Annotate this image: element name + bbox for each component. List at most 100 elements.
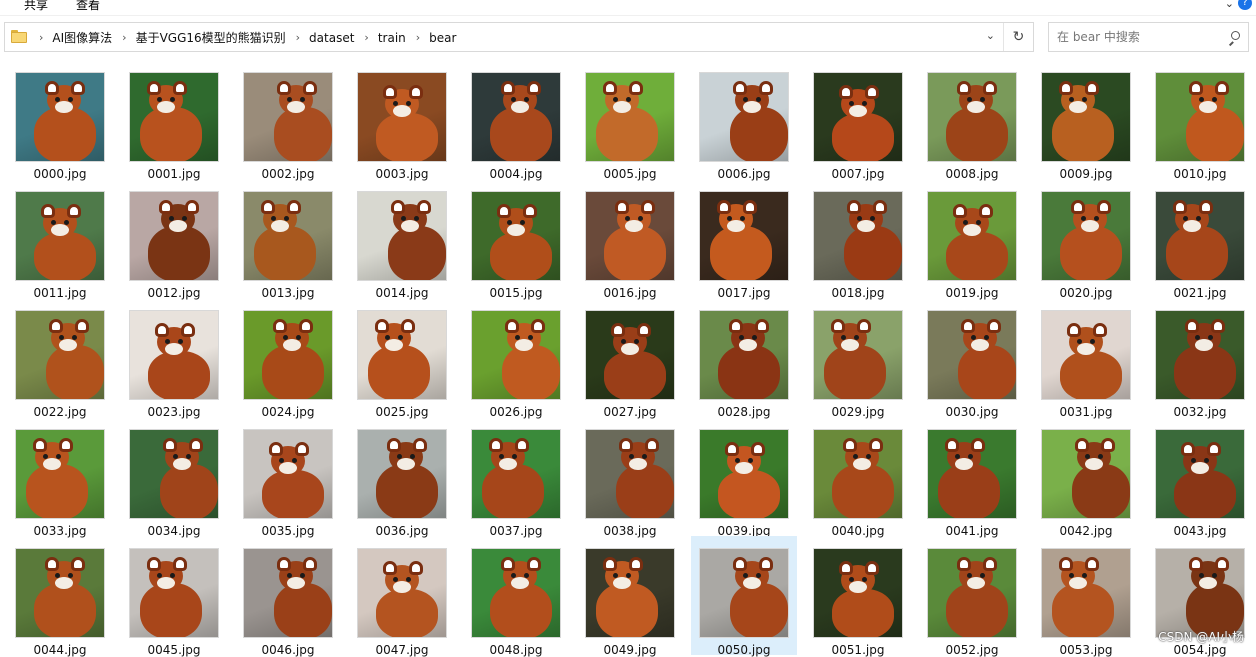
image-thumbnail[interactable] xyxy=(813,191,903,281)
file-item[interactable]: 0051.jpg xyxy=(805,536,911,655)
image-thumbnail[interactable] xyxy=(471,310,561,400)
image-thumbnail[interactable] xyxy=(927,548,1017,638)
file-item[interactable]: 0006.jpg xyxy=(691,60,797,179)
image-thumbnail[interactable] xyxy=(699,429,789,519)
image-thumbnail[interactable] xyxy=(1155,191,1245,281)
file-item[interactable]: 0004.jpg xyxy=(463,60,569,179)
image-thumbnail[interactable] xyxy=(129,191,219,281)
file-item[interactable]: 0037.jpg xyxy=(463,417,569,536)
file-item[interactable]: 0015.jpg xyxy=(463,179,569,298)
image-thumbnail[interactable] xyxy=(585,72,675,162)
file-item[interactable]: 0034.jpg xyxy=(121,417,227,536)
breadcrumb-item-bear[interactable]: bear xyxy=(429,31,456,45)
file-item[interactable]: 0028.jpg xyxy=(691,298,797,417)
file-item[interactable]: 0036.jpg xyxy=(349,417,455,536)
image-thumbnail[interactable] xyxy=(243,310,333,400)
image-thumbnail[interactable] xyxy=(15,429,105,519)
image-thumbnail[interactable] xyxy=(357,310,447,400)
image-thumbnail[interactable] xyxy=(471,191,561,281)
image-thumbnail[interactable] xyxy=(699,310,789,400)
image-thumbnail[interactable] xyxy=(129,548,219,638)
image-thumbnail[interactable] xyxy=(699,72,789,162)
file-item[interactable]: 0003.jpg xyxy=(349,60,455,179)
file-item[interactable]: 0048.jpg xyxy=(463,536,569,655)
file-item[interactable]: 0021.jpg xyxy=(1147,179,1253,298)
image-thumbnail[interactable] xyxy=(1041,310,1131,400)
address-history-dropdown-icon[interactable]: ⌄ xyxy=(986,29,995,42)
file-item[interactable]: 0001.jpg xyxy=(121,60,227,179)
file-item[interactable]: 0053.jpg xyxy=(1033,536,1139,655)
file-item[interactable]: 0044.jpg xyxy=(7,536,113,655)
image-thumbnail[interactable] xyxy=(129,72,219,162)
image-thumbnail[interactable] xyxy=(585,429,675,519)
file-item[interactable]: 0022.jpg xyxy=(7,298,113,417)
image-thumbnail[interactable] xyxy=(1041,429,1131,519)
file-item[interactable]: 0019.jpg xyxy=(919,179,1025,298)
image-thumbnail[interactable] xyxy=(243,191,333,281)
file-item[interactable]: 0046.jpg xyxy=(235,536,341,655)
file-item[interactable]: 0039.jpg xyxy=(691,417,797,536)
file-item[interactable]: 0005.jpg xyxy=(577,60,683,179)
file-item[interactable]: 0047.jpg xyxy=(349,536,455,655)
file-item[interactable]: 0007.jpg xyxy=(805,60,911,179)
file-item[interactable]: 0032.jpg xyxy=(1147,298,1253,417)
image-thumbnail[interactable] xyxy=(1155,310,1245,400)
file-item[interactable]: 0008.jpg xyxy=(919,60,1025,179)
file-item[interactable]: 0029.jpg xyxy=(805,298,911,417)
image-thumbnail[interactable] xyxy=(129,310,219,400)
image-thumbnail[interactable] xyxy=(699,191,789,281)
file-item[interactable]: 0024.jpg xyxy=(235,298,341,417)
file-item[interactable]: 0030.jpg xyxy=(919,298,1025,417)
image-thumbnail[interactable] xyxy=(585,548,675,638)
image-thumbnail[interactable] xyxy=(129,429,219,519)
chevron-right-icon[interactable]: › xyxy=(296,31,300,44)
image-thumbnail[interactable] xyxy=(699,548,789,638)
image-thumbnail[interactable] xyxy=(15,72,105,162)
image-thumbnail[interactable] xyxy=(243,548,333,638)
chevron-right-icon[interactable]: › xyxy=(416,31,420,44)
image-thumbnail[interactable] xyxy=(927,429,1017,519)
breadcrumb-item-train[interactable]: train xyxy=(378,31,406,45)
chevron-right-icon[interactable]: › xyxy=(39,31,43,44)
file-item[interactable]: 0009.jpg xyxy=(1033,60,1139,179)
file-item[interactable]: 0002.jpg xyxy=(235,60,341,179)
image-thumbnail[interactable] xyxy=(927,310,1017,400)
file-item[interactable]: 0012.jpg xyxy=(121,179,227,298)
image-thumbnail[interactable] xyxy=(243,429,333,519)
image-thumbnail[interactable] xyxy=(15,548,105,638)
image-thumbnail[interactable] xyxy=(471,429,561,519)
search-input[interactable] xyxy=(1057,24,1227,50)
image-thumbnail[interactable] xyxy=(1155,72,1245,162)
image-thumbnail[interactable] xyxy=(357,72,447,162)
search-box[interactable] xyxy=(1048,22,1249,52)
chevron-right-icon[interactable]: › xyxy=(364,31,368,44)
image-thumbnail[interactable] xyxy=(471,548,561,638)
breadcrumb-item-project[interactable]: 基于VGG16模型的熊猫识别 xyxy=(136,29,286,46)
file-item[interactable]: 0052.jpg xyxy=(919,536,1025,655)
image-thumbnail[interactable] xyxy=(813,310,903,400)
file-item[interactable]: 0045.jpg xyxy=(121,536,227,655)
address-bar[interactable]: › AI图像算法 › 基于VGG16模型的熊猫识别 › dataset › tr… xyxy=(4,22,1034,52)
breadcrumb-item-dataset[interactable]: dataset xyxy=(309,31,354,45)
file-item[interactable]: 0020.jpg xyxy=(1033,179,1139,298)
search-icon[interactable] xyxy=(1228,31,1240,43)
file-item[interactable]: 0040.jpg xyxy=(805,417,911,536)
refresh-icon[interactable]: ↻ xyxy=(1003,23,1033,51)
file-item[interactable]: 0033.jpg xyxy=(7,417,113,536)
ribbon-tab-share[interactable]: 共享 xyxy=(24,0,48,13)
image-thumbnail[interactable] xyxy=(585,191,675,281)
image-thumbnail[interactable] xyxy=(1155,429,1245,519)
breadcrumb-item-ai-algorithms[interactable]: AI图像算法 xyxy=(52,29,112,46)
file-item[interactable]: 0042.jpg xyxy=(1033,417,1139,536)
file-item[interactable]: 0027.jpg xyxy=(577,298,683,417)
file-item[interactable]: 0016.jpg xyxy=(577,179,683,298)
image-thumbnail[interactable] xyxy=(357,191,447,281)
image-thumbnail[interactable] xyxy=(813,72,903,162)
file-item[interactable]: 0050.jpg xyxy=(691,536,797,655)
file-item[interactable]: 0031.jpg xyxy=(1033,298,1139,417)
image-thumbnail[interactable] xyxy=(1041,548,1131,638)
file-item[interactable]: 0010.jpg xyxy=(1147,60,1253,179)
image-thumbnail[interactable] xyxy=(813,548,903,638)
file-item[interactable]: 0041.jpg xyxy=(919,417,1025,536)
image-thumbnail[interactable] xyxy=(15,310,105,400)
